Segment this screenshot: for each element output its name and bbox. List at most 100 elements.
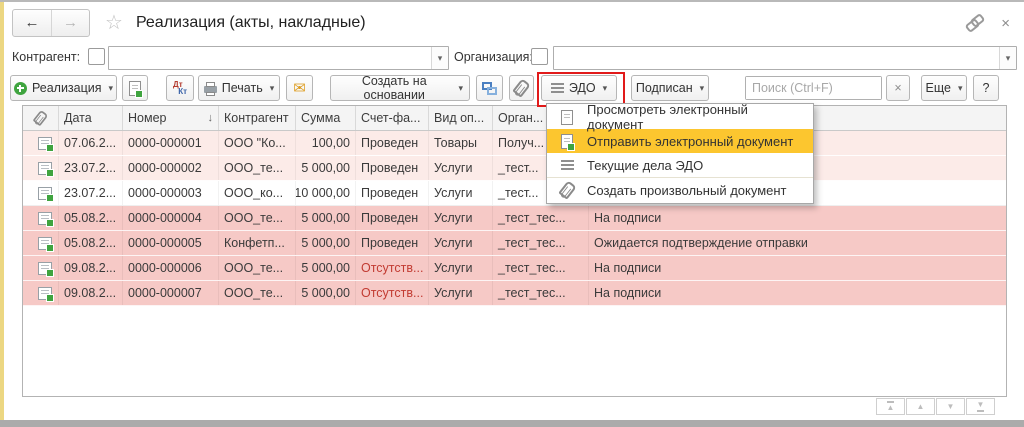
paperclip-icon: [512, 78, 531, 97]
more-button[interactable]: Еще ▾: [921, 75, 967, 101]
cell-date: 07.06.2...: [59, 131, 123, 155]
menu-item-view-electronic-document[interactable]: Просмотреть электронный документ: [547, 105, 813, 129]
go-first-button[interactable]: ▲: [876, 398, 905, 415]
header-operation-label: Вид оп...: [434, 111, 484, 125]
more-label: Еще: [926, 81, 951, 95]
table-row[interactable]: 23.07.2... 0000-000003 ООО_ко... 10 000,…: [23, 181, 1006, 206]
header-amount-label: Сумма: [301, 111, 340, 125]
cell-operation: Услуги: [429, 206, 493, 230]
scroll-up-button[interactable]: ▲: [906, 398, 935, 415]
header-number[interactable]: Номер↓: [123, 106, 219, 130]
table-row[interactable]: 05.08.2... 0000-000005 Конфетп... 5 000,…: [23, 231, 1006, 256]
cell-date: 23.07.2...: [59, 156, 123, 180]
favorite-star-icon[interactable]: ☆: [105, 13, 123, 33]
header-attachments[interactable]: [23, 106, 59, 130]
create-realization-button[interactable]: Реализация ▾: [10, 75, 117, 101]
header-date-label: Дата: [64, 111, 92, 125]
edo-button[interactable]: ЭДО ▾: [541, 75, 617, 101]
page-title: Реализация (акты, накладные): [136, 14, 366, 32]
header-counterparty[interactable]: Контрагент: [219, 106, 296, 130]
counterparty-input[interactable]: [109, 47, 431, 69]
menu-item-label: Создать произвольный документ: [587, 183, 787, 198]
clear-search-button[interactable]: ×: [886, 75, 910, 101]
posted-document-icon: [38, 187, 52, 200]
send-email-button[interactable]: ✉: [286, 75, 313, 101]
header-date[interactable]: Дата: [59, 106, 123, 130]
cell-operation: Товары: [429, 131, 493, 155]
search-input[interactable]: [746, 77, 881, 99]
get-link-icon[interactable]: [966, 15, 985, 31]
organization-combobox: ▾: [553, 46, 1017, 70]
attachments-button[interactable]: [509, 75, 534, 101]
kt-label: Кт: [178, 87, 187, 96]
cell-counterparty: Конфетп...: [219, 231, 296, 255]
forward-icon: →: [63, 14, 78, 31]
forward-button[interactable]: →: [51, 10, 89, 36]
organization-checkbox[interactable]: [531, 48, 548, 65]
copy-document-button[interactable]: [122, 75, 148, 101]
counterparty-dropdown-button[interactable]: ▾: [431, 47, 448, 69]
header-number-label: Номер: [128, 111, 166, 125]
back-icon: ←: [25, 14, 40, 31]
related-documents-button[interactable]: [476, 75, 503, 101]
print-label: Печать: [222, 81, 263, 95]
cell-edo-status: На подписи: [589, 206, 1006, 230]
related-documents-icon: [482, 82, 497, 95]
table-row[interactable]: 05.08.2... 0000-000004 ООО_те... 5 000,0…: [23, 206, 1006, 231]
titlebar: ← → ☆ Реализация (акты, накладные) ×: [12, 8, 1016, 38]
help-label: ?: [983, 81, 990, 95]
posted-document-icon: [38, 287, 52, 300]
table-row[interactable]: 09.08.2... 0000-000007 ООО_те... 5 000,0…: [23, 281, 1006, 306]
edo-dropdown-menu: Просмотреть электронный документ Отправи…: [546, 103, 814, 204]
back-button[interactable]: ←: [13, 10, 51, 36]
close-icon[interactable]: ×: [1001, 15, 1010, 32]
signed-filter-button[interactable]: Подписан ▾: [631, 75, 709, 101]
create-based-on-button[interactable]: Создать на основании ▾: [330, 75, 470, 101]
table-header-row: Дата Номер↓ Контрагент Сумма Счет-фа... …: [23, 106, 1006, 131]
history-nav-group: ← →: [12, 9, 90, 37]
table-row[interactable]: 09.08.2... 0000-000006 ООО_те... 5 000,0…: [23, 256, 1006, 281]
cell-amount: 5 000,00: [296, 256, 356, 280]
window-accent-strip: [0, 2, 4, 420]
header-amount[interactable]: Сумма: [296, 106, 356, 130]
cell-counterparty: ООО_те...: [219, 256, 296, 280]
edo-stack-icon: [551, 83, 564, 93]
posted-document-icon: [38, 262, 52, 275]
counterparty-checkbox[interactable]: [88, 48, 105, 65]
menu-item-send-electronic-document[interactable]: Отправить электронный документ: [547, 129, 813, 153]
cell-date: 05.08.2...: [59, 206, 123, 230]
go-last-icon: ▼: [977, 401, 985, 412]
cell-amount: 100,00: [296, 131, 356, 155]
go-last-button[interactable]: ▼: [966, 398, 995, 415]
cell-number: 0000-000007: [123, 281, 219, 305]
window-top-edge: [0, 0, 1024, 2]
help-button[interactable]: ?: [973, 75, 999, 101]
cell-organization: _тест_тес...: [493, 206, 589, 230]
scroll-down-button[interactable]: ▼: [936, 398, 965, 415]
table-row[interactable]: 23.07.2... 0000-000002 ООО_те... 5 000,0…: [23, 156, 1006, 181]
menu-item-create-arbitrary-document[interactable]: Создать произвольный документ: [547, 178, 813, 202]
cell-attachments: [23, 256, 59, 280]
chevron-down-icon: ▾: [458, 83, 463, 94]
chevron-down-icon: ▾: [958, 83, 963, 94]
show-postings-button[interactable]: ДтКт: [166, 75, 194, 101]
organization-label: Организация:: [454, 50, 533, 64]
cell-organization: _тест_тес...: [493, 231, 589, 255]
titlebar-actions: ×: [966, 15, 1016, 32]
menu-item-label: Просмотреть электронный документ: [587, 102, 803, 132]
cell-attachments: [23, 231, 59, 255]
envelope-icon: ✉: [293, 81, 306, 96]
edo-label: ЭДО: [569, 81, 596, 95]
cell-attachments: [23, 131, 59, 155]
header-invoice[interactable]: Счет-фа...: [356, 106, 429, 130]
search-box: [745, 76, 882, 100]
header-operation[interactable]: Вид оп...: [429, 106, 493, 130]
chevron-down-icon: ▾: [700, 83, 705, 94]
table-row[interactable]: 07.06.2... 0000-000001 ООО "Ко... 100,00…: [23, 131, 1006, 156]
organization-input[interactable]: [554, 47, 999, 69]
menu-item-current-edo-tasks[interactable]: Текущие дела ЭДО: [547, 153, 813, 177]
cell-amount: 5 000,00: [296, 206, 356, 230]
organization-dropdown-button[interactable]: ▾: [999, 47, 1016, 69]
cell-invoice: Проведен: [356, 156, 429, 180]
print-button[interactable]: Печать ▾: [198, 75, 280, 101]
